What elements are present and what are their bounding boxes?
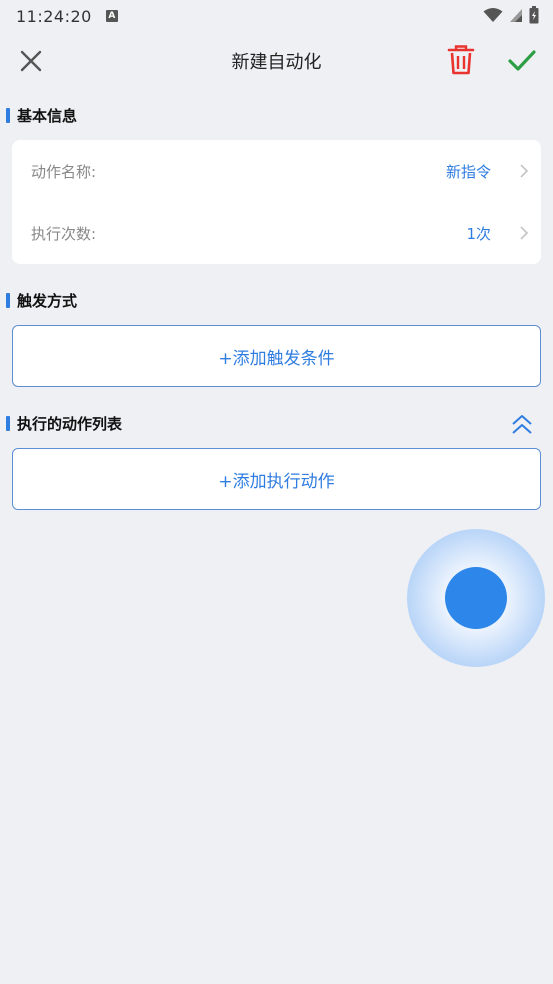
floating-ball-core — [445, 567, 507, 629]
section-actions: 执行的动作列表 — [6, 413, 122, 434]
status-indicators — [483, 6, 539, 24]
add-trigger-button[interactable]: +添加触发条件 — [12, 325, 541, 387]
chevron-right-icon — [520, 226, 529, 240]
section-basic-info: 基本信息 — [6, 105, 77, 126]
section-marker — [6, 293, 10, 308]
chevron-right-icon — [520, 164, 529, 178]
section-trigger: 触发方式 — [6, 290, 77, 311]
section-title-trigger: 触发方式 — [17, 292, 78, 310]
app-header: 新建自动化 — [0, 32, 553, 90]
action-name-value: 新指令 — [445, 163, 491, 181]
section-marker — [6, 416, 10, 431]
basic-info-card: 动作名称: 新指令 执行次数: 1次 — [12, 140, 541, 264]
confirm-button[interactable] — [506, 46, 538, 76]
execution-count-value: 1次 — [466, 225, 491, 243]
floating-ball[interactable] — [407, 529, 545, 667]
wifi-icon — [483, 8, 503, 22]
execution-count-row[interactable]: 执行次数: 1次 — [12, 202, 541, 264]
notification-icon: A — [105, 10, 118, 22]
status-time: 11:24:20 — [16, 6, 92, 26]
signal-icon — [510, 9, 522, 22]
action-name-row[interactable]: 动作名称: 新指令 — [12, 140, 541, 202]
section-title-actions: 执行的动作列表 — [17, 415, 123, 433]
check-icon — [508, 50, 536, 71]
execution-count-label: 执行次数: — [31, 225, 97, 243]
section-marker — [6, 108, 10, 123]
battery-icon — [529, 6, 539, 24]
section-title-basic-info: 基本信息 — [17, 107, 78, 125]
action-name-label: 动作名称: — [31, 163, 97, 181]
collapse-button[interactable] — [510, 412, 534, 436]
delete-button[interactable] — [446, 44, 476, 76]
status-bar: 11:24:20 A — [0, 0, 553, 32]
page: 11:24:20 A 新建自动化 基本信息 动作名称: 新指令 执行次数: 1次… — [0, 0, 553, 984]
add-action-button[interactable]: +添加执行动作 — [12, 448, 541, 510]
trash-icon — [447, 45, 475, 75]
double-chevron-up-icon — [512, 415, 532, 434]
